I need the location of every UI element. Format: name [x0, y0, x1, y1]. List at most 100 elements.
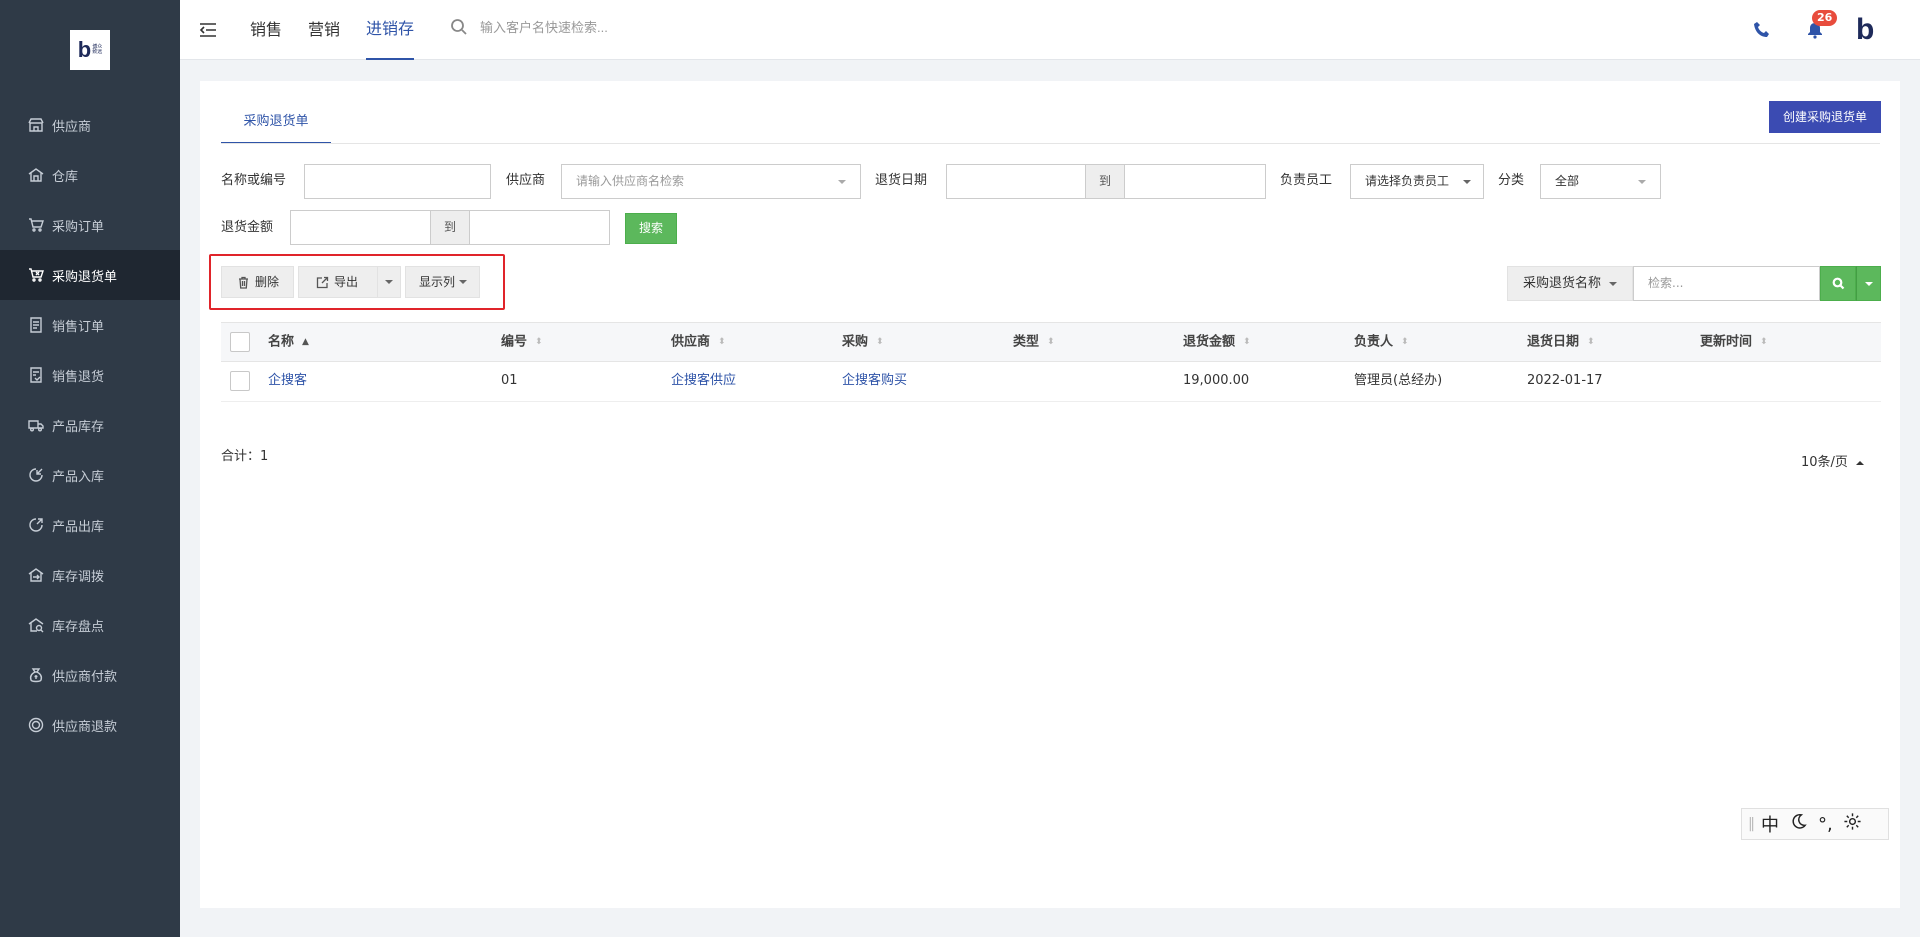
row-purchase-link[interactable]: 企搜客购买 — [842, 362, 907, 400]
truck-icon — [28, 417, 44, 433]
chevron-down-icon — [1463, 180, 1471, 184]
search-icon — [1832, 277, 1844, 290]
sidebar-item-label: 供应商 — [52, 119, 92, 135]
ime-language-toggle[interactable]: 中 — [1761, 811, 1779, 837]
column-header-updated[interactable]: 更新时间 ⬍ — [1700, 323, 1768, 361]
customer-search — [450, 18, 740, 36]
trash-icon — [239, 276, 248, 289]
row-owner: 管理员(总经办) — [1354, 373, 1443, 388]
export-button[interactable]: 导出 — [298, 266, 378, 298]
moon-icon[interactable] — [1789, 812, 1808, 836]
keyword-search-dropdown[interactable] — [1856, 266, 1881, 301]
amount-max-input[interactable] — [469, 210, 610, 245]
sidebar-item-label: 供应商付款 — [52, 669, 118, 685]
sidebar-item-sales-return[interactable]: 销售退货 — [0, 350, 180, 400]
sidebar-item-label: 销售退货 — [52, 369, 105, 385]
export-dropdown-button[interactable] — [377, 266, 401, 298]
sidebar-item-stock-transfer[interactable]: 库存调拨 — [0, 550, 180, 600]
sidebar-item-label: 产品入库 — [52, 469, 105, 485]
chevron-down-icon — [1865, 282, 1873, 286]
supplier-filter-label: 供应商 — [506, 173, 546, 188]
show-columns-button[interactable]: 显示列 — [405, 266, 480, 298]
top-nav: 销售 营销 进销存 — [250, 0, 440, 60]
search-field-label: 采购退货名称 — [1523, 276, 1602, 291]
row-supplier-link[interactable]: 企搜客供应 — [671, 362, 736, 400]
page-size-label: 10条/页 — [1801, 455, 1848, 470]
column-header-code[interactable]: 编号 ⬍ — [501, 323, 543, 361]
column-header-supplier[interactable]: 供应商 ⬍ — [671, 323, 726, 361]
create-purchase-return-button[interactable]: 创建采购退货单 — [1769, 101, 1881, 133]
chevron-down-icon — [385, 280, 393, 284]
ime-punctuation-toggle[interactable]: °, — [1818, 814, 1833, 835]
column-header-amount[interactable]: 退货金额 ⬍ — [1183, 323, 1251, 361]
nav-marketing[interactable]: 营销 — [308, 0, 340, 60]
return-date-start-input[interactable] — [946, 164, 1086, 199]
sidebar-item-label: 产品库存 — [52, 419, 105, 435]
name-filter-label: 名称或编号 — [221, 173, 287, 188]
export-icon — [316, 276, 329, 288]
chevron-down-icon — [459, 280, 468, 284]
sidebar-menu: 供应商 仓库 采购订单 采购退货单 销售订单 销售退货 产品库存 产品入库 产品… — [0, 100, 180, 750]
delete-button[interactable]: 删除 — [221, 266, 294, 298]
name-filter-input[interactable] — [304, 164, 491, 199]
brand-logo[interactable]: b — [1856, 14, 1874, 46]
sidebar: b 博众 致远 供应商 仓库 采购订单 采购退货单 销售订单 销售退货 产品库存… — [0, 0, 180, 937]
ime-toolbar: ‖ 中 °, — [1741, 808, 1889, 840]
sidebar-item-label: 产品出库 — [52, 519, 105, 535]
row-name-link[interactable]: 企搜客 — [268, 362, 307, 400]
sidebar-item-product-outbound[interactable]: 产品出库 — [0, 500, 180, 550]
sidebar-item-purchase-order[interactable]: 采购订单 — [0, 200, 180, 250]
document-return-icon — [28, 367, 44, 383]
column-header-name[interactable]: 名称 ▲ — [268, 323, 309, 361]
keyword-search-input[interactable]: 检索... — [1633, 266, 1820, 301]
customer-search-input[interactable] — [480, 19, 740, 35]
column-header-return-date[interactable]: 退货日期 ⬍ — [1527, 323, 1595, 361]
supplier-filter-select[interactable]: 请输入供应商名检索 — [561, 164, 861, 199]
sidebar-item-product-stock[interactable]: 产品库存 — [0, 400, 180, 450]
sidebar-item-product-inbound[interactable]: 产品入库 — [0, 450, 180, 500]
export-label: 导出 — [334, 275, 359, 289]
search-field-select[interactable]: 采购退货名称 — [1507, 266, 1633, 301]
column-header-type[interactable]: 类型 ⬍ — [1013, 323, 1055, 361]
select-all-checkbox[interactable] — [230, 332, 250, 352]
column-header-purchase[interactable]: 采购 ⬍ — [842, 323, 884, 361]
cart-return-icon — [28, 267, 44, 283]
total-count: 合计：1 — [221, 449, 269, 464]
column-header-owner[interactable]: 负责人 ⬍ — [1354, 323, 1409, 361]
phone-icon[interactable] — [1752, 20, 1772, 40]
row-checkbox[interactable] — [230, 371, 250, 391]
sidebar-item-supplier[interactable]: 供应商 — [0, 100, 180, 150]
sidebar-item-label: 采购退货单 — [52, 269, 118, 285]
sidebar-item-supplier-refund[interactable]: 供应商退款 — [0, 700, 180, 750]
drag-handle-icon[interactable]: ‖ — [1748, 816, 1755, 832]
sidebar-item-warehouse[interactable]: 仓库 — [0, 150, 180, 200]
chevron-down-icon — [1609, 281, 1618, 286]
refund-icon — [28, 717, 44, 733]
row-return-date: 2022-01-17 — [1527, 373, 1603, 388]
search-button[interactable]: 搜索 — [625, 213, 677, 244]
chevron-up-icon — [1856, 460, 1865, 465]
tab-purchase-return[interactable]: 采购退货单 — [221, 109, 331, 144]
gear-icon[interactable] — [1843, 812, 1862, 836]
sidebar-item-stock-check[interactable]: 库存盘点 — [0, 600, 180, 650]
category-filter-label: 分类 — [1498, 173, 1525, 188]
menu-collapse-icon[interactable] — [198, 20, 218, 40]
document-icon — [28, 317, 44, 333]
return-date-end-input[interactable] — [1124, 164, 1266, 199]
logo[interactable]: b 博众 致远 — [70, 30, 110, 70]
search-icon — [451, 19, 467, 35]
nav-inventory[interactable]: 进销存 — [366, 0, 415, 60]
inventory-check-icon — [28, 617, 44, 633]
chevron-down-icon — [1638, 180, 1646, 184]
sidebar-item-purchase-return[interactable]: 采购退货单 — [0, 250, 180, 300]
nav-sales[interactable]: 销售 — [250, 0, 282, 60]
page-size-select[interactable]: 10条/页 — [1801, 451, 1865, 470]
amount-min-input[interactable] — [290, 210, 431, 245]
sidebar-item-sales-order[interactable]: 销售订单 — [0, 300, 180, 350]
chevron-down-icon — [838, 180, 846, 184]
amount-range-separator: 到 — [430, 210, 470, 245]
table-header: 名称 ▲ 编号 ⬍ 供应商 ⬍ 采购 ⬍ 类型 ⬍ 退货金额 ⬍ 负责人 ⬍ 退货日期 ⬍ 更新… — [221, 322, 1881, 362]
tab-divider — [221, 143, 1880, 144]
sidebar-item-supplier-payment[interactable]: 供应商付款 — [0, 650, 180, 700]
keyword-search-button[interactable] — [1820, 266, 1856, 301]
